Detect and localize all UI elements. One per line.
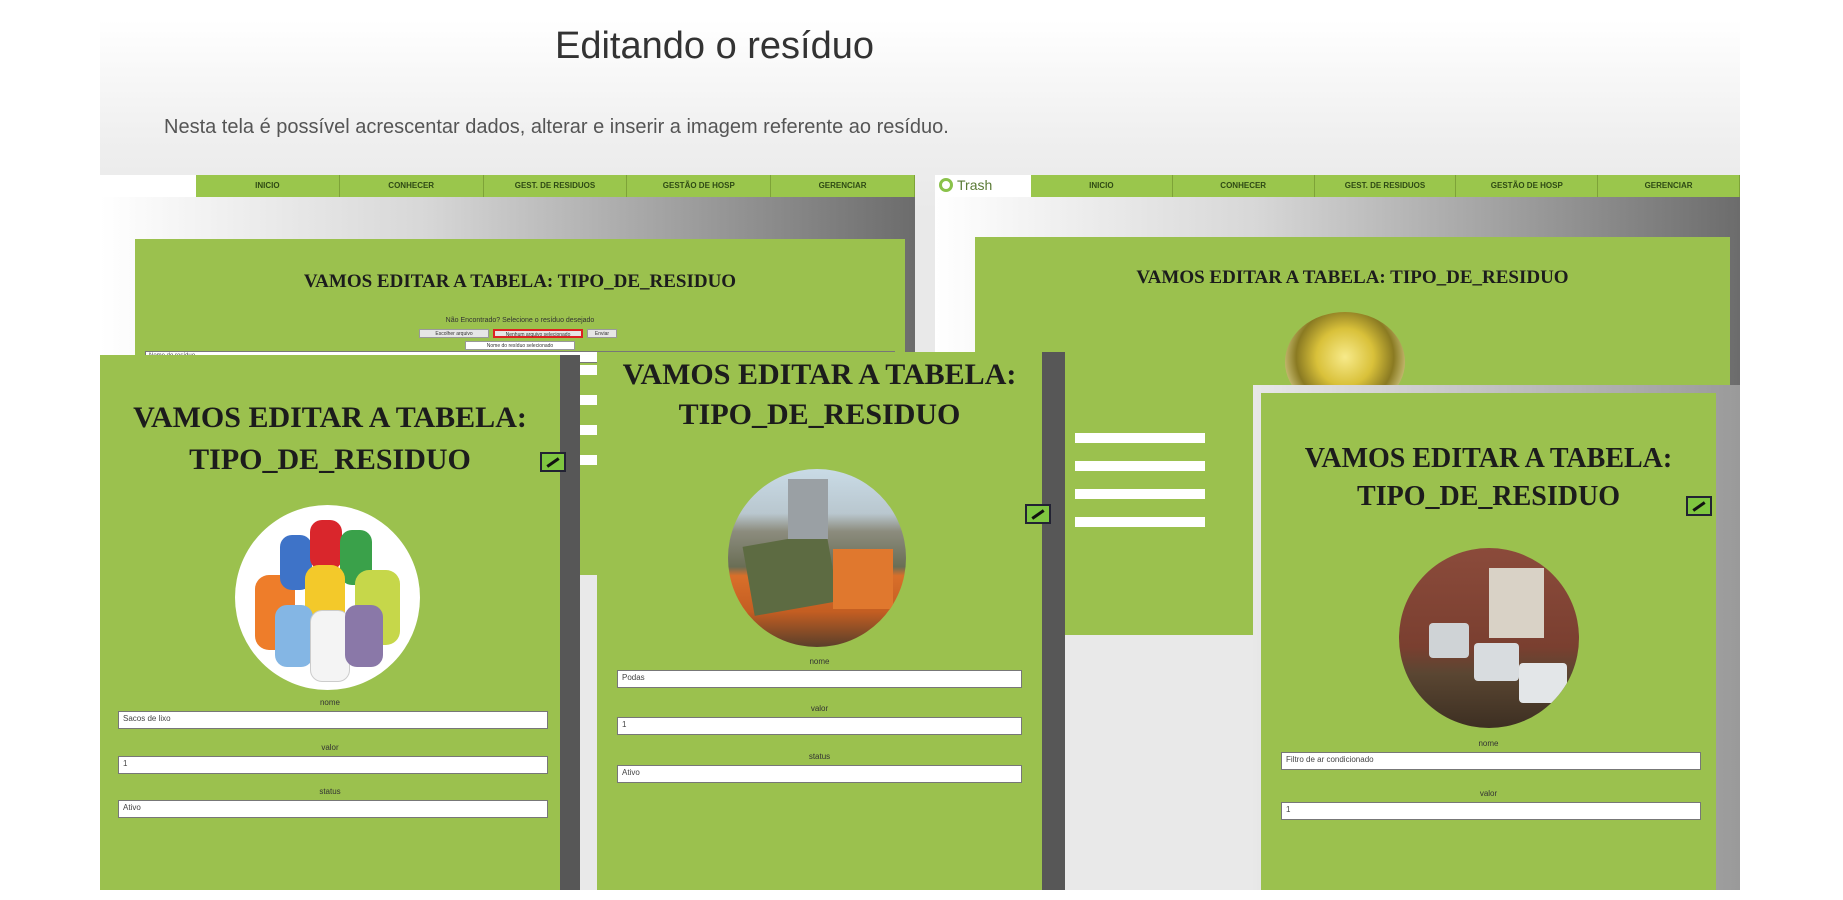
form-heading: VAMOS EDITAR A TABELA: TIPO_DE_RESIDUO bbox=[1136, 267, 1569, 288]
form-heading: VAMOS EDITAR A TABELA: TIPO_DE_RESIDUO bbox=[303, 271, 737, 292]
nome-label: nome bbox=[1478, 739, 1499, 748]
screenshot-card-sacos: VAMOS EDITAR A TABELA: TIPO_DE_RESIDUO n… bbox=[100, 355, 580, 890]
nav-item-gestao-hosp[interactable]: GESTÃO DE HOSP bbox=[1456, 175, 1599, 197]
edit-icon[interactable] bbox=[1686, 496, 1712, 516]
valor-input[interactable]: 1 bbox=[118, 756, 548, 774]
status-input[interactable]: Ativo bbox=[118, 800, 548, 818]
status-label: status bbox=[319, 787, 341, 796]
nav-item-gestao-hosp[interactable]: GESTÃO DE HOSP bbox=[627, 175, 772, 197]
valor-label: valor bbox=[810, 704, 829, 713]
residue-image-dumpster bbox=[728, 469, 906, 647]
file-status-button[interactable]: Nenhum arquivo selecionado bbox=[493, 329, 583, 338]
form-card: VAMOS EDITAR A TABELA: TIPO_DE_RESIDUO n… bbox=[1261, 393, 1716, 890]
edit-icon[interactable] bbox=[1025, 504, 1051, 524]
valor-input[interactable]: 1 bbox=[1281, 802, 1701, 820]
screenshot-card-filtro: VAMOS EDITAR A TABELA: TIPO_DE_RESIDUO n… bbox=[1253, 385, 1740, 890]
send-button[interactable]: Enviar bbox=[587, 329, 617, 338]
trash-logo: Trash bbox=[939, 177, 992, 193]
search-hint: Não Encontrado? Selecione o resíduo dese… bbox=[445, 317, 595, 324]
edit-icon[interactable] bbox=[540, 452, 566, 472]
nav-item-inicio[interactable]: INICIO bbox=[196, 175, 340, 197]
nav-bar-top-right: INICIO CONHECER GEST. DE RESIDUOS GESTÃO… bbox=[1031, 175, 1740, 197]
nav-item-conhecer[interactable]: CONHECER bbox=[340, 175, 484, 197]
nome-input[interactable]: Podas bbox=[617, 670, 1022, 688]
form-card: VAMOS EDITAR A TABELA: TIPO_DE_RESIDUO n… bbox=[597, 352, 1042, 890]
slide-title: Editando o resíduo bbox=[555, 25, 875, 67]
valor-label: valor bbox=[1479, 789, 1498, 798]
residue-image-ac-units bbox=[1399, 548, 1579, 728]
slide-subtitle: Nesta tela é possível acrescentar dados,… bbox=[164, 116, 949, 138]
presentation-slide: Editando o resíduo Nesta tela é possível… bbox=[100, 20, 1740, 890]
logo-text: Trash bbox=[957, 177, 993, 193]
form-heading-line2: TIPO_DE_RESIDUO bbox=[189, 443, 471, 476]
nav-item-gerenciar[interactable]: GERENCIAR bbox=[771, 175, 915, 197]
form-card: VAMOS EDITAR A TABELA: TIPO_DE_RESIDUO n… bbox=[100, 355, 560, 890]
nome-input[interactable]: Filtro de ar condicionado bbox=[1281, 752, 1701, 770]
form-heading-line1: VAMOS EDITAR A TABELA: bbox=[1304, 443, 1673, 474]
form-heading-line1: VAMOS EDITAR A TABELA: bbox=[133, 401, 527, 434]
nav-item-inicio[interactable]: INICIO bbox=[1031, 175, 1173, 197]
recycle-icon bbox=[939, 178, 953, 192]
status-input[interactable]: Ativo bbox=[617, 765, 1022, 783]
form-heading-line1: VAMOS EDITAR A TABELA: bbox=[622, 358, 1017, 391]
nav-bar-top-left: INICIO CONHECER GEST. DE RESIDUOS GESTÃO… bbox=[196, 175, 915, 197]
nav-item-conhecer[interactable]: CONHECER bbox=[1173, 175, 1315, 197]
valor-input[interactable]: 1 bbox=[617, 717, 1022, 735]
row-stripe bbox=[1075, 489, 1205, 499]
row-stripe bbox=[1075, 517, 1205, 527]
form-heading-line2: TIPO_DE_RESIDUO bbox=[1357, 481, 1620, 512]
nav-item-gestao-residuos[interactable]: GEST. DE RESIDUOS bbox=[1315, 175, 1457, 197]
residue-dropdown[interactable]: Nome do resíduo selecionado bbox=[465, 341, 575, 350]
nome-label: nome bbox=[319, 698, 340, 707]
nav-item-gerenciar[interactable]: GERENCIAR bbox=[1598, 175, 1740, 197]
residue-image-trash-bags bbox=[235, 505, 420, 690]
screenshot-card-podas: VAMOS EDITAR A TABELA: TIPO_DE_RESIDUO n… bbox=[597, 352, 1065, 890]
choose-file-button[interactable]: Escolher arquivo bbox=[419, 329, 489, 338]
status-label: status bbox=[808, 752, 831, 761]
row-stripe bbox=[1075, 433, 1205, 443]
nome-input[interactable]: Sacos de lixo bbox=[118, 711, 548, 729]
nome-label: nome bbox=[809, 657, 830, 666]
form-heading-line2: TIPO_DE_RESIDUO bbox=[678, 398, 961, 431]
valor-label: valor bbox=[321, 743, 339, 752]
nav-item-gestao-residuos[interactable]: GEST. DE RESIDUOS bbox=[484, 175, 628, 197]
row-stripe bbox=[1075, 461, 1205, 471]
